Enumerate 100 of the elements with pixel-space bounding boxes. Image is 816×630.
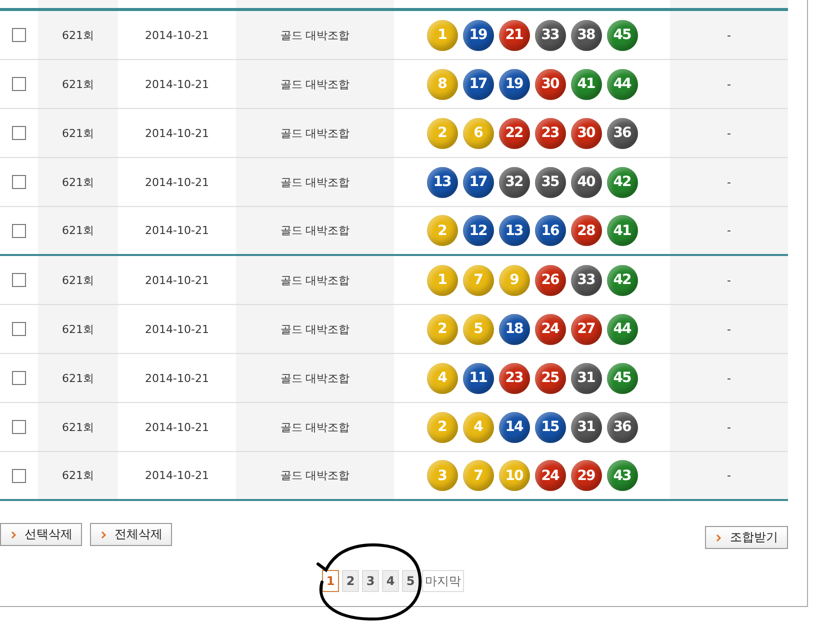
result-text: - [727,372,731,384]
lotto-ball: 45 [606,362,638,394]
lotto-ball: 38 [570,20,602,50]
combination-name: 골드 대박조합 [280,420,350,434]
round-number: 621회 [62,28,94,42]
lotto-ball: 30 [570,118,602,148]
draw-date: 2014-10-21 [145,126,209,140]
lotto-ball: 19 [498,68,530,100]
result-text: - [727,274,731,286]
lotto-ball: 44 [606,68,638,100]
lotto-ball: 44 [606,314,638,344]
lotto-ball: 4 [426,362,458,394]
checkbox[interactable] [12,322,26,336]
lotto-ball: 17 [462,68,494,100]
caret-icon [10,530,16,538]
lotto-ball: 35 [534,166,566,198]
delete-button[interactable]: 선택삭제 [0,523,82,546]
lotto-ball: 5 [462,314,494,344]
lotto-ball: 2 [426,215,458,246]
lotto-ball: 24 [534,460,566,491]
receive-combination-button[interactable]: 조합받기 [705,526,788,549]
lotto-ball: 23 [498,362,530,394]
draw-date: 2014-10-21 [145,274,209,286]
lotto-ball: 17 [462,166,494,198]
lotto-ball: 24 [534,314,566,344]
lotto-ball: 42 [606,264,638,296]
page-link[interactable]: 4 [382,570,399,592]
round-number: 621회 [62,126,94,140]
last-page-link[interactable]: 마지막 [422,570,464,592]
lotto-ball: 1 [426,20,458,50]
draw-date: 2014-10-21 [145,372,209,384]
combination-name: 골드 대박조합 [280,223,350,238]
lotto-ball: 19 [462,20,494,50]
checkbox[interactable] [12,28,26,42]
lotto-ball: 3 [426,460,458,491]
lotto-ball: 2 [426,412,458,442]
round-number: 621회 [62,174,94,190]
page-link[interactable]: 3 [362,570,379,592]
checkbox[interactable] [12,468,26,482]
lotto-ball: 26 [534,264,566,296]
combination-name: 골드 대박조합 [280,28,350,42]
draw-date: 2014-10-21 [145,78,209,90]
caret-icon [715,534,722,542]
lotto-ball: 33 [534,20,566,50]
lotto-ball: 7 [462,264,494,296]
draw-date: 2014-10-21 [145,224,209,237]
page-link[interactable]: 1 [322,570,339,592]
checkbox[interactable] [12,175,26,189]
lotto-ball: 40 [570,166,602,198]
lotto-ball: 13 [426,166,458,198]
checkbox[interactable] [12,371,26,385]
lotto-ball: 8 [426,68,458,100]
page-link[interactable]: 2 [342,570,359,592]
lotto-ball: 30 [534,68,566,100]
draw-date: 2014-10-21 [145,469,209,482]
delete-button[interactable]: 전체삭제 [90,523,172,546]
lotto-ball: 41 [570,68,602,100]
round-number: 621회 [62,468,94,483]
draw-date: 2014-10-21 [145,176,209,188]
caret-icon [100,530,106,538]
combination-name: 골드 대박조합 [280,174,350,190]
lotto-ball: 21 [498,20,530,50]
draw-date: 2014-10-21 [145,28,209,42]
lotto-ball: 31 [570,412,602,442]
lotto-ball: 15 [534,412,566,442]
round-number: 621회 [62,370,94,386]
result-text: - [727,78,731,90]
round-number: 621회 [62,272,94,288]
result-text: - [727,126,731,140]
lotto-ball: 4 [462,412,494,442]
lotto-ball: 16 [534,215,566,246]
lotto-ball: 31 [570,362,602,394]
round-number: 621회 [62,420,94,434]
lotto-ball: 27 [570,314,602,344]
lotto-ball: 41 [606,215,638,246]
lotto-ball: 36 [606,118,638,148]
checkbox[interactable] [12,77,26,91]
lotto-ball: 2 [426,118,458,148]
lotto-ball: 25 [534,362,566,394]
draw-date: 2014-10-21 [145,322,209,336]
lotto-ball: 13 [498,215,530,246]
lotto-ball: 12 [462,215,494,246]
lotto-ball: 36 [606,412,638,442]
result-text: - [727,224,731,237]
lotto-ball: 14 [498,412,530,442]
checkbox[interactable] [12,420,26,434]
round-number: 621회 [62,322,94,336]
lotto-ball: 9 [498,264,530,296]
result-text: - [727,176,731,188]
checkbox[interactable] [12,224,26,238]
lotto-ball: 32 [498,166,530,198]
lotto-ball: 18 [498,314,530,344]
checkbox[interactable] [12,126,26,140]
combination-name: 골드 대박조합 [280,126,350,140]
checkbox[interactable] [12,273,26,287]
lotto-ball: 6 [462,118,494,148]
page-link[interactable]: 5 [402,570,419,592]
lotto-ball: 29 [570,460,602,491]
lotto-ball: 7 [462,460,494,491]
lotto-ball: 22 [498,118,530,148]
